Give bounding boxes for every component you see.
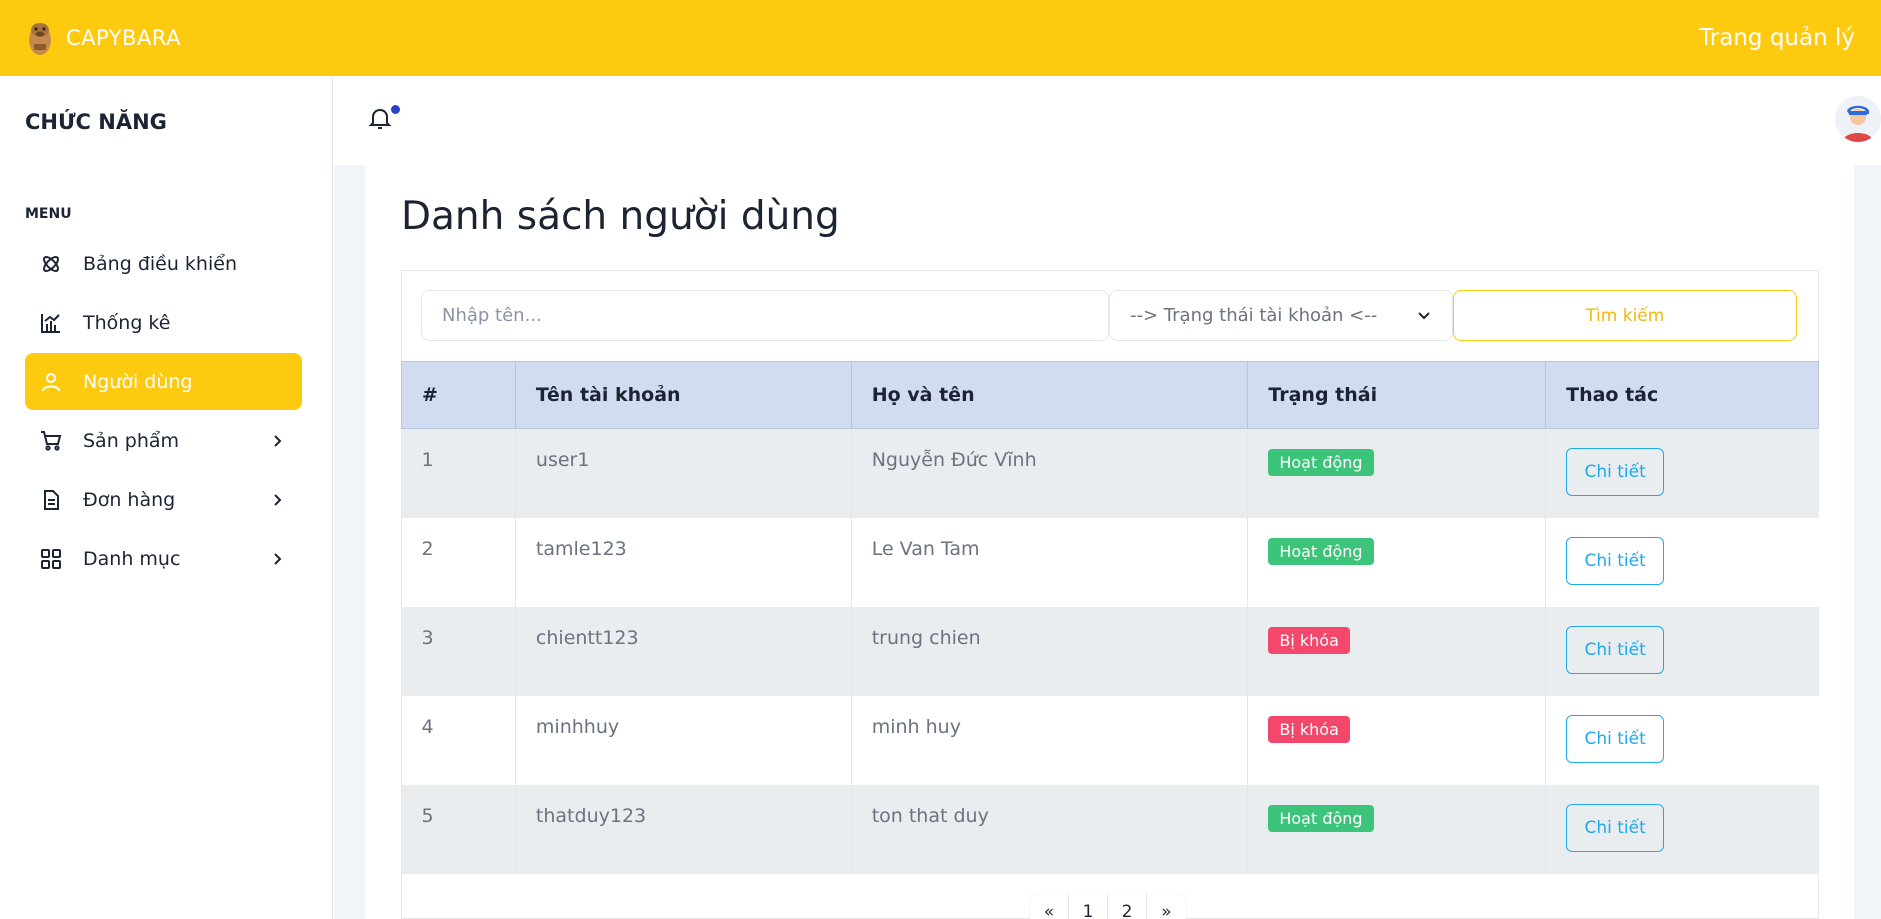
- chevron-down-icon: [1418, 311, 1430, 319]
- row-status-cell: Hoạt động: [1247, 428, 1547, 518]
- row-fullname: Nguyễn Đức Vĩnh: [851, 428, 1249, 518]
- admin-page-link[interactable]: Trang quản lý: [1699, 25, 1855, 51]
- brand-name: CAPYBARA: [66, 26, 181, 50]
- sidebar-item-statistics[interactable]: Thống kê: [25, 294, 302, 351]
- table-row: 3 chientt123 trung chien Bị khóa Chi tiế…: [401, 606, 1819, 696]
- column-header: Họ và tên: [850, 361, 1249, 429]
- pagination: « 1 2 »: [1030, 894, 1186, 919]
- name-search-input[interactable]: [421, 290, 1109, 341]
- row-index: 2: [401, 517, 516, 607]
- detail-button[interactable]: Chi tiết: [1566, 803, 1665, 852]
- sidebar-item-label: Sản phẩm: [83, 429, 180, 452]
- row-status-cell: Bị khóa: [1247, 695, 1547, 785]
- account-status-select[interactable]: --> Trạng thái tài khoản <--: [1109, 290, 1453, 341]
- table-row: 5 thatduy123 ton that duy Hoạt động Chi …: [401, 784, 1819, 874]
- sidebar-item-dashboard[interactable]: Bảng điều khiển: [25, 235, 302, 292]
- row-fullname: trung chien: [851, 606, 1249, 696]
- row-username: chientt123: [515, 606, 852, 696]
- page-title: Danh sách người dùng: [401, 194, 840, 239]
- detail-button[interactable]: Chi tiết: [1566, 448, 1665, 496]
- row-username: user1: [515, 428, 852, 518]
- document-icon: [39, 488, 63, 512]
- sidebar-title: CHỨC NĂNG: [25, 110, 167, 134]
- column-header: Thao tác: [1545, 361, 1819, 429]
- row-action-cell: Chi tiết: [1546, 696, 1819, 785]
- users-table: # Tên tài khoản Họ và tên Trạng thái Tha…: [401, 361, 1819, 874]
- row-fullname: minh huy: [851, 695, 1249, 785]
- row-status-cell: Hoạt động: [1247, 517, 1547, 607]
- table-row: 1 user1 Nguyễn Đức Vĩnh Hoạt động Chi ti…: [401, 428, 1819, 518]
- row-action-cell: Chi tiết: [1546, 607, 1819, 696]
- row-action-cell: Chi tiết: [1546, 518, 1819, 607]
- row-fullname: Le Van Tam: [851, 517, 1249, 607]
- status-badge: Hoạt động: [1268, 449, 1374, 476]
- pagination-prev[interactable]: «: [1030, 894, 1069, 919]
- avatar[interactable]: [1835, 96, 1881, 142]
- row-username: thatduy123: [515, 784, 852, 874]
- pagination-page-2[interactable]: 2: [1108, 894, 1147, 919]
- row-index: 5: [401, 784, 516, 874]
- sidebar-item-orders[interactable]: Đơn hàng: [25, 471, 302, 528]
- row-index: 3: [401, 606, 516, 696]
- detail-button[interactable]: Chi tiết: [1566, 536, 1665, 585]
- search-button[interactable]: Tìm kiếm: [1453, 290, 1797, 341]
- brand[interactable]: CAPYBARA: [26, 18, 181, 58]
- sidebar-item-users[interactable]: Người dùng: [25, 353, 302, 410]
- chevron-right-icon: [274, 434, 282, 447]
- column-header: Tên tài khoản: [514, 361, 852, 429]
- sidebar-item-label: Thống kê: [83, 311, 171, 334]
- sidebar-item-categories[interactable]: Danh mục: [25, 530, 302, 587]
- capybara-logo-icon: [29, 23, 51, 55]
- sidebar: CHỨC NĂNG MENU Bảng điều khiển Thống kê: [0, 76, 333, 919]
- cart-icon: [39, 429, 63, 453]
- notification-dot: [391, 105, 400, 114]
- row-fullname: ton that duy: [851, 784, 1249, 874]
- top-bar: CAPYBARA Trang quản lý: [0, 0, 1881, 76]
- chevron-right-icon: [274, 493, 282, 506]
- status-badge: Bị khóa: [1268, 715, 1350, 743]
- sidebar-item-label: Danh mục: [83, 547, 181, 570]
- sidebar-item-label: Đơn hàng: [83, 488, 176, 511]
- status-badge: Hoạt động: [1268, 804, 1374, 832]
- row-index: 4: [401, 695, 516, 785]
- menu-label: MENU: [25, 206, 72, 222]
- chevron-right-icon: [274, 552, 282, 565]
- grid-icon: [39, 547, 63, 571]
- pagination-next[interactable]: »: [1147, 894, 1186, 919]
- sidebar-item-label: Bảng điều khiển: [83, 252, 237, 275]
- user-icon: [39, 370, 63, 394]
- sidebar-menu: Bảng điều khiển Thống kê Người dùng Sản …: [25, 235, 302, 589]
- pagination-page-1[interactable]: 1: [1069, 894, 1108, 919]
- table-row: 4 minhhuy minh huy Bị khóa Chi tiết: [401, 695, 1819, 785]
- column-header: #: [401, 361, 516, 429]
- dashboard-icon: [39, 252, 63, 276]
- chart-icon: [39, 311, 63, 335]
- table-header-row: # Tên tài khoản Họ và tên Trạng thái Tha…: [401, 361, 1819, 429]
- status-select-value: --> Trạng thái tài khoản <--: [1130, 305, 1378, 326]
- detail-button[interactable]: Chi tiết: [1566, 714, 1665, 763]
- column-header: Trạng thái: [1247, 361, 1547, 429]
- row-action-cell: Chi tiết: [1546, 785, 1819, 874]
- row-action-cell: Chi tiết: [1546, 429, 1819, 518]
- row-status-cell: Hoạt động: [1247, 784, 1547, 874]
- row-index: 1: [401, 428, 516, 518]
- row-username: tamle123: [515, 517, 852, 607]
- row-status-cell: Bị khóa: [1247, 606, 1547, 696]
- sidebar-item-label: Người dùng: [83, 370, 193, 393]
- sidebar-item-products[interactable]: Sản phẩm: [25, 412, 302, 469]
- bell-icon[interactable]: [366, 104, 394, 132]
- status-badge: Hoạt động: [1268, 537, 1374, 565]
- status-badge: Bị khóa: [1268, 626, 1350, 654]
- content-header: [334, 76, 1881, 165]
- detail-button[interactable]: Chi tiết: [1566, 625, 1665, 674]
- table-row: 2 tamle123 Le Van Tam Hoạt động Chi tiết: [401, 517, 1819, 607]
- row-username: minhhuy: [515, 695, 852, 785]
